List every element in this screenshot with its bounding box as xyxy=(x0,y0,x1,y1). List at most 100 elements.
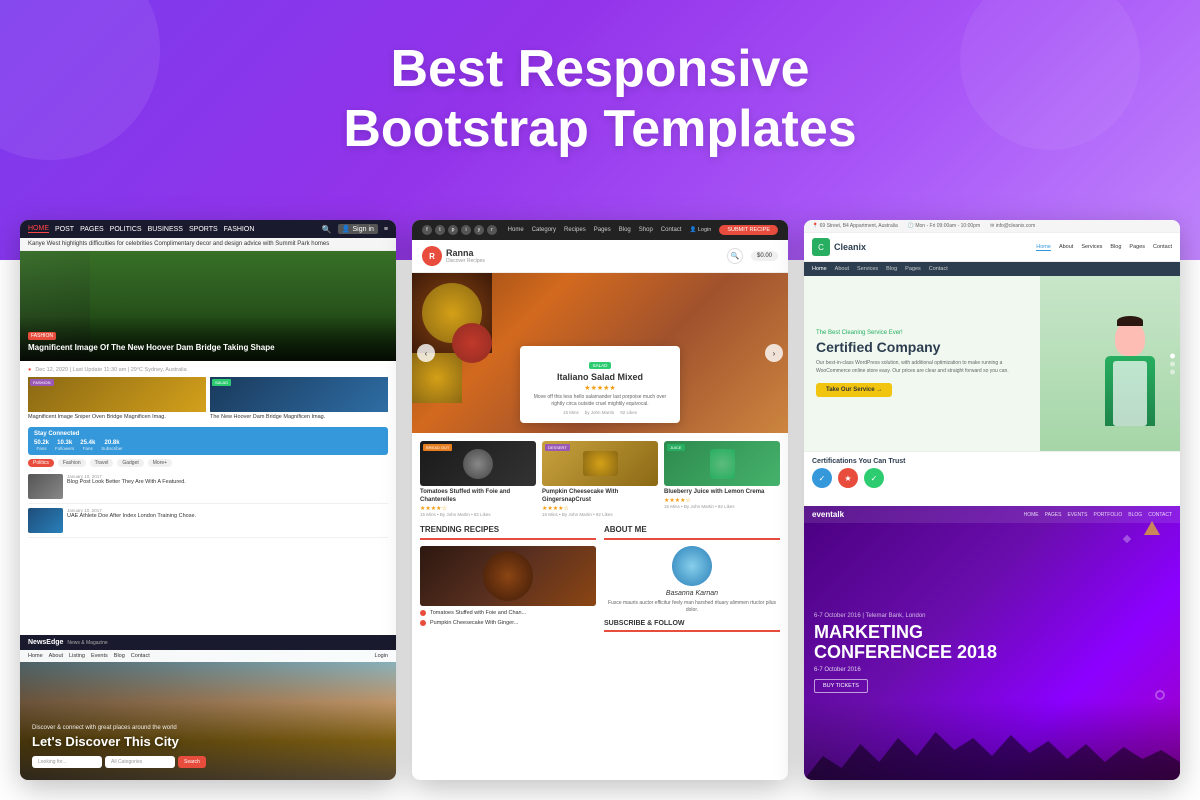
cleanix-hero-image xyxy=(1040,276,1180,451)
recipe-3-stars: ★★★★☆ xyxy=(664,497,780,504)
event-nav-home[interactable]: HOME xyxy=(1024,512,1039,518)
nav-blog[interactable]: Blog xyxy=(619,227,631,233)
cleanix-nav2-pages[interactable]: Pages xyxy=(905,266,921,272)
search-icon[interactable]: 🔍 xyxy=(727,248,743,264)
cleanix-nav2-blog[interactable]: Blog xyxy=(886,266,897,272)
nav-contact[interactable]: Contact xyxy=(661,227,682,233)
cleanix-info-bar: 📍 69 Street, B4 Appartment, Australia 🕐 … xyxy=(804,220,1180,233)
trending-text-2: Pumpkin Cheesecake With Ginger... xyxy=(430,620,518,626)
nav-signin[interactable]: 👤 Sign in xyxy=(338,224,378,234)
youtube-icon[interactable]: y xyxy=(474,225,484,235)
cleanix-cta-button[interactable]: Take Our Service → xyxy=(816,383,892,397)
city-nav-about[interactable]: About xyxy=(49,653,63,659)
hero-stars: ★★★★★ xyxy=(532,384,668,392)
hero-badge: FASHION xyxy=(28,332,56,340)
nav-pages[interactable]: Pages xyxy=(594,227,611,233)
city-section: Home About Listing Events Blog Contact L… xyxy=(20,650,396,780)
facebook-icon[interactable]: f xyxy=(422,225,432,235)
tag-travel[interactable]: Travel xyxy=(90,459,114,467)
nav-politics[interactable]: POLITICS xyxy=(110,226,142,233)
city-category-select[interactable]: All Categories xyxy=(105,756,175,768)
nav-category[interactable]: Category xyxy=(532,227,556,233)
nav-business[interactable]: BUSINESS xyxy=(148,226,183,233)
pinterest-icon[interactable]: p xyxy=(448,225,458,235)
event-nav-contact[interactable]: CONTACT xyxy=(1148,512,1172,518)
thumb-2-img xyxy=(210,377,388,412)
tag-fashion[interactable]: Fashion xyxy=(58,459,86,467)
city-nav-home[interactable]: Home xyxy=(28,653,43,659)
tag-politics[interactable]: Politics xyxy=(28,459,54,467)
cart-button[interactable]: $0.00 xyxy=(751,251,778,261)
recipe-3-badge: JUICE xyxy=(667,444,685,451)
submit-recipe-button[interactable]: SUBMIT RECIPE xyxy=(719,225,778,235)
recipe-2-img: DESSERT xyxy=(542,441,658,486)
event-nav-events[interactable]: EVENTS xyxy=(1067,512,1087,518)
nav-menu[interactable]: ≡ xyxy=(384,226,388,233)
cert-icons-row: ✓ ★ ✓ xyxy=(812,468,1172,488)
city-search-button[interactable]: Search xyxy=(178,756,206,768)
cleanix-nav2-services[interactable]: Services xyxy=(857,266,878,272)
thumb-2: SALAD The New Hoover Dam Bridge Magnific… xyxy=(210,377,388,421)
recipe-3-title: Blueberry Juice with Lemon Crema xyxy=(664,489,780,497)
cleanix-nav-about[interactable]: About xyxy=(1059,244,1073,251)
nav-post[interactable]: POST xyxy=(55,226,74,233)
cleanix-address: 📍 69 Street, B4 Appartment, Australia xyxy=(812,223,898,229)
cleanix-nav2-contact[interactable]: Contact xyxy=(929,266,948,272)
event-nav-portfolio[interactable]: PORTFOLIO xyxy=(1093,512,1122,518)
recipe-card-1: BREAD OUT Tomatoes Stuffed with Foie and… xyxy=(420,441,536,517)
nav-search[interactable]: 🔍 xyxy=(322,225,332,234)
trending-main-img xyxy=(420,546,596,606)
nav-recipes[interactable]: Recipes xyxy=(564,227,586,233)
hero-likes: 92 Likes xyxy=(620,410,637,415)
buy-tickets-button[interactable]: BUY TICKETS xyxy=(814,679,868,693)
tag-more[interactable]: More+ xyxy=(148,459,172,467)
cert-title: Certifications You Can Trust xyxy=(812,458,1172,465)
city-nav-login[interactable]: Login xyxy=(375,653,388,659)
slider-next-button[interactable]: › xyxy=(765,344,783,362)
hero-title-line2: Bootstrap Templates xyxy=(0,100,1200,160)
city-nav-events[interactable]: Events xyxy=(91,653,108,659)
city-nav-blog[interactable]: Blog xyxy=(114,653,125,659)
recipe-card-3: JUICE Blueberry Juice with Lemon Crema ★… xyxy=(664,441,780,517)
nav-sports[interactable]: SPORTS xyxy=(189,226,218,233)
cleanix-nav-blog[interactable]: Blog xyxy=(1110,244,1121,251)
dot-2 xyxy=(1170,361,1175,366)
cleanix-nav-pages[interactable]: Pages xyxy=(1129,244,1145,251)
city-nav-listing[interactable]: Listing xyxy=(69,653,85,659)
dot-1 xyxy=(1170,353,1175,358)
event-title: MARKETING CONFERENCEE 2018 xyxy=(814,623,1170,663)
recipe-1-stars: ★★★★☆ xyxy=(420,505,536,512)
cert-icon-3: ✓ xyxy=(864,468,884,488)
twitter-icon[interactable]: t xyxy=(435,225,445,235)
cleanix-nav-home[interactable]: Home xyxy=(1036,244,1051,251)
about-title: ABOUT ME xyxy=(604,525,780,540)
stat-subs: 20.8k Subscriber xyxy=(101,440,123,451)
thumb-1-badge: FASHION xyxy=(30,379,54,386)
login-link[interactable]: 👤 Login xyxy=(689,227,711,233)
city-nav-contact[interactable]: Contact xyxy=(131,653,150,659)
cleanix-nav-contact[interactable]: Contact xyxy=(1153,244,1172,251)
cleanix-nav2-home[interactable]: Home xyxy=(812,266,827,272)
nav-pages[interactable]: PAGES xyxy=(80,226,104,233)
nav-home[interactable]: HOME xyxy=(28,225,49,233)
recipe-2-badge: DESSERT xyxy=(545,444,570,451)
cleanix-nav-services[interactable]: Services xyxy=(1081,244,1102,251)
eventalk-hero: eventalk HOME PAGES EVENTS PORTFOLIO BLO… xyxy=(804,506,1180,780)
event-nav-blog[interactable]: BLOG xyxy=(1128,512,1142,518)
cleanix-nav2-about[interactable]: About xyxy=(835,266,849,272)
nav-shop[interactable]: Shop xyxy=(639,227,653,233)
social-connected: Stay Connected 50.2k Fans 10.3k Follower… xyxy=(28,427,388,455)
instagram-icon[interactable]: i xyxy=(461,225,471,235)
event-nav-pages[interactable]: PAGES xyxy=(1045,512,1062,518)
stat-followers: 10.3k Followers xyxy=(55,440,74,451)
city-tagline: Discover & connect with great places aro… xyxy=(32,725,384,731)
slider-prev-button[interactable]: ‹ xyxy=(417,344,435,362)
tag-gadget[interactable]: Gadget xyxy=(117,459,143,467)
social-icons-row: f t p i y r xyxy=(422,225,497,235)
hero-desc: Move off this less hello salamander last… xyxy=(532,394,668,408)
nav-fashion[interactable]: FASHION xyxy=(224,226,255,233)
nav-home[interactable]: Home xyxy=(508,227,524,233)
city-search-input[interactable]: Looking for... xyxy=(32,756,102,768)
rss-icon[interactable]: r xyxy=(487,225,497,235)
breaking-news-text: Kanye West highlights difficulties for c… xyxy=(28,241,329,247)
